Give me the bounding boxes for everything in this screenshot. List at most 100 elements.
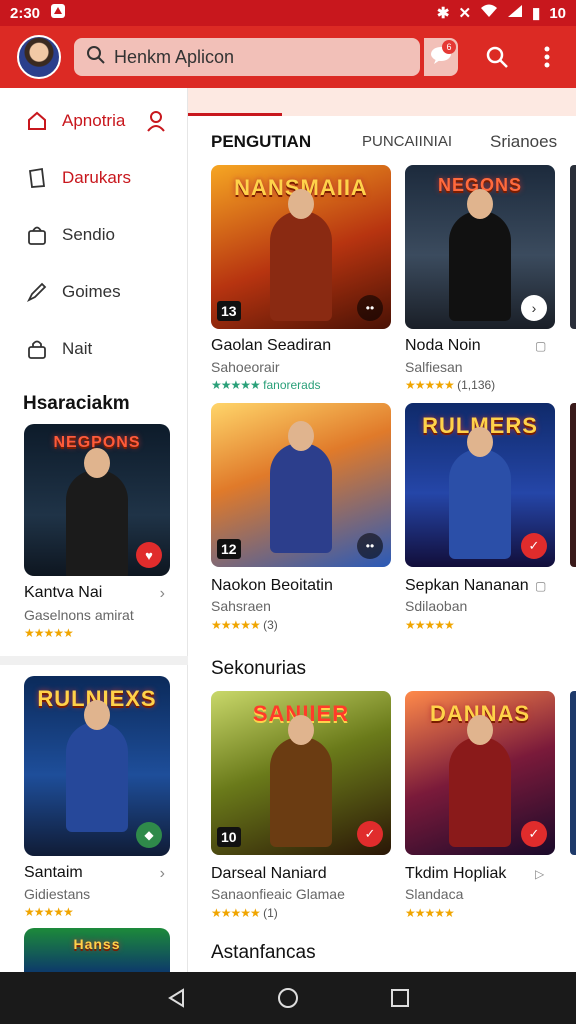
game-name[interactable]: Sepkan Nananan — [405, 577, 529, 595]
search-icon — [486, 46, 508, 68]
thumb-hero — [270, 715, 332, 847]
game-name[interactable]: Darseal Naniard — [211, 865, 327, 883]
bookmark-icon — [28, 167, 46, 188]
game-developer: Sahsraen — [211, 598, 271, 614]
game-name[interactable]: Noda Noin — [405, 337, 481, 355]
section-title: Sekonurias — [211, 658, 307, 679]
vibrate-icon: ✕ — [458, 5, 472, 22]
sidebar-item-home[interactable]: Apnotria — [0, 96, 188, 146]
game-rating: ★★★★★ (3) — [211, 618, 278, 632]
chevron-right-icon[interactable]: › — [160, 585, 165, 603]
back-icon[interactable] — [165, 987, 187, 1009]
sidebar-item-bookmarks[interactable]: Darukars — [0, 153, 188, 203]
tab-strip — [188, 88, 576, 116]
game-rating: ★★★★★ — [405, 906, 455, 920]
checkmark-icon[interactable]: ✓ — [357, 821, 383, 847]
wifi-icon — [480, 4, 498, 22]
sidebar-item-store[interactable]: Sendio — [0, 210, 188, 260]
notification-badge: 6 — [442, 40, 456, 54]
bluetooth-icon: ✱ — [436, 5, 450, 22]
rating-stars: ★★★★★ — [24, 626, 74, 640]
game-thumbnail[interactable]: SANIIER 10 ✓ — [211, 691, 391, 855]
tab-srianoes[interactable]: Srianoes — [490, 132, 557, 152]
game-thumbnail[interactable]: DANNAS ✓ — [405, 691, 555, 855]
lock-icon — [28, 340, 46, 359]
section-title: Astanfancas — [211, 942, 316, 963]
more-icon[interactable]: •• — [357, 533, 383, 559]
game-developer: Salfiesan — [405, 359, 463, 375]
tab-puncaiiniai[interactable]: PUNCAIINIAI — [362, 133, 452, 150]
main-content: PENGUTIAN PUNCAIINIAI Srianoes NANSMAIIA… — [188, 88, 576, 972]
thumb-hero — [449, 189, 511, 321]
app-notification-icon — [50, 3, 66, 23]
rating-stars: ★★★★★ — [405, 378, 455, 392]
search-icon — [86, 45, 106, 70]
game-developer: Slandaca — [405, 886, 464, 902]
profile-icon[interactable] — [146, 110, 166, 132]
add-icon[interactable]: ♥ — [136, 542, 162, 568]
notifications-button[interactable]: 6 — [424, 38, 458, 76]
home-icon — [28, 111, 46, 130]
game-rating: ★★★★★ fanorerads — [211, 378, 321, 392]
bag-icon — [28, 226, 46, 245]
game-rating: ★★★★★ (1,136) — [405, 378, 496, 392]
thumb-hero — [449, 427, 511, 559]
sidebar-item-label: Nait — [62, 339, 93, 358]
thumb-hero — [66, 700, 128, 832]
sidebar-card-thumbnail[interactable]: RULNIEXS ◆ — [24, 676, 170, 856]
sidebar-card-thumbnail[interactable]: Hanss — [24, 928, 170, 972]
game-thumbnail[interactable]: NEGONS › — [405, 165, 555, 329]
checkmark-icon[interactable]: ✓ — [521, 821, 547, 847]
install-icon[interactable]: ◆ — [136, 822, 162, 848]
game-name[interactable]: Gaolan Seadiran — [211, 337, 331, 355]
age-badge: 13 — [217, 301, 241, 321]
checkmark-icon[interactable]: ✓ — [521, 533, 547, 559]
partial-card[interactable] — [570, 691, 576, 855]
rating-stars: ★★★★★ — [211, 618, 261, 632]
game-developer: Sahoeorair — [211, 359, 280, 375]
game-name[interactable]: Tkdim Hopliak — [405, 865, 506, 883]
tab-indicator — [188, 113, 282, 116]
more-icon[interactable]: •• — [357, 295, 383, 321]
search-input[interactable]: Henkm Aplicon — [74, 38, 420, 76]
pen-icon — [26, 282, 47, 303]
recents-icon[interactable] — [389, 987, 411, 1009]
sidebar-card-name[interactable]: Kantva Nai — [24, 584, 102, 602]
bookmark-icon[interactable]: ▢ — [535, 339, 546, 353]
chevron-right-icon[interactable]: › — [521, 295, 547, 321]
sidebar-card-sub: Gaselnons amirat — [24, 607, 134, 623]
search-placeholder: Henkm Aplicon — [114, 46, 235, 67]
battery-icon: ▮ — [532, 5, 541, 22]
game-thumbnail[interactable]: 12 •• — [211, 403, 391, 567]
search-button[interactable] — [482, 42, 512, 72]
signal-icon — [507, 4, 523, 22]
bookmark-icon[interactable]: ▢ — [535, 579, 546, 593]
app-bar: Henkm Aplicon 6 — [0, 26, 576, 88]
divider — [0, 656, 188, 665]
rating-stars: ★★★★★ — [24, 905, 74, 919]
avatar[interactable] — [17, 35, 61, 79]
system-nav-bar — [0, 972, 576, 1024]
share-icon[interactable]: ▷ — [535, 867, 544, 881]
sidebar-card-thumbnail[interactable]: NEGPONS ♥ — [24, 424, 170, 576]
sidebar-item-locked[interactable]: Nait — [0, 324, 188, 374]
home-icon[interactable] — [277, 987, 299, 1009]
status-bar: 2:30 ✱ ✕ ▮ 10 — [0, 0, 576, 26]
more-options-button[interactable] — [532, 42, 562, 72]
game-thumbnail[interactable]: RULMERS ✓ — [405, 403, 555, 567]
rating-stars: ★★★★★ — [405, 618, 455, 632]
partial-card[interactable] — [570, 403, 576, 567]
tab-pengutian[interactable]: PENGUTIAN — [211, 132, 311, 152]
thumb-hero — [449, 715, 511, 847]
partial-card[interactable] — [570, 165, 576, 329]
game-thumbnail[interactable]: NANSMAIIA 13 •• — [211, 165, 391, 329]
sidebar-item-games[interactable]: Goimes — [0, 267, 188, 317]
chevron-right-icon[interactable]: › — [160, 865, 165, 883]
sidebar-item-label: Goimes — [62, 282, 121, 301]
game-developer: Sdilaoban — [405, 598, 468, 614]
sidebar-card-sub: Gidiestans — [24, 886, 91, 902]
game-name[interactable]: Naokon Beoitatin — [211, 577, 333, 595]
thumb-title: Hanss — [73, 936, 121, 952]
thumb-hero — [66, 448, 128, 576]
sidebar-card-name[interactable]: Santaim — [24, 864, 83, 882]
